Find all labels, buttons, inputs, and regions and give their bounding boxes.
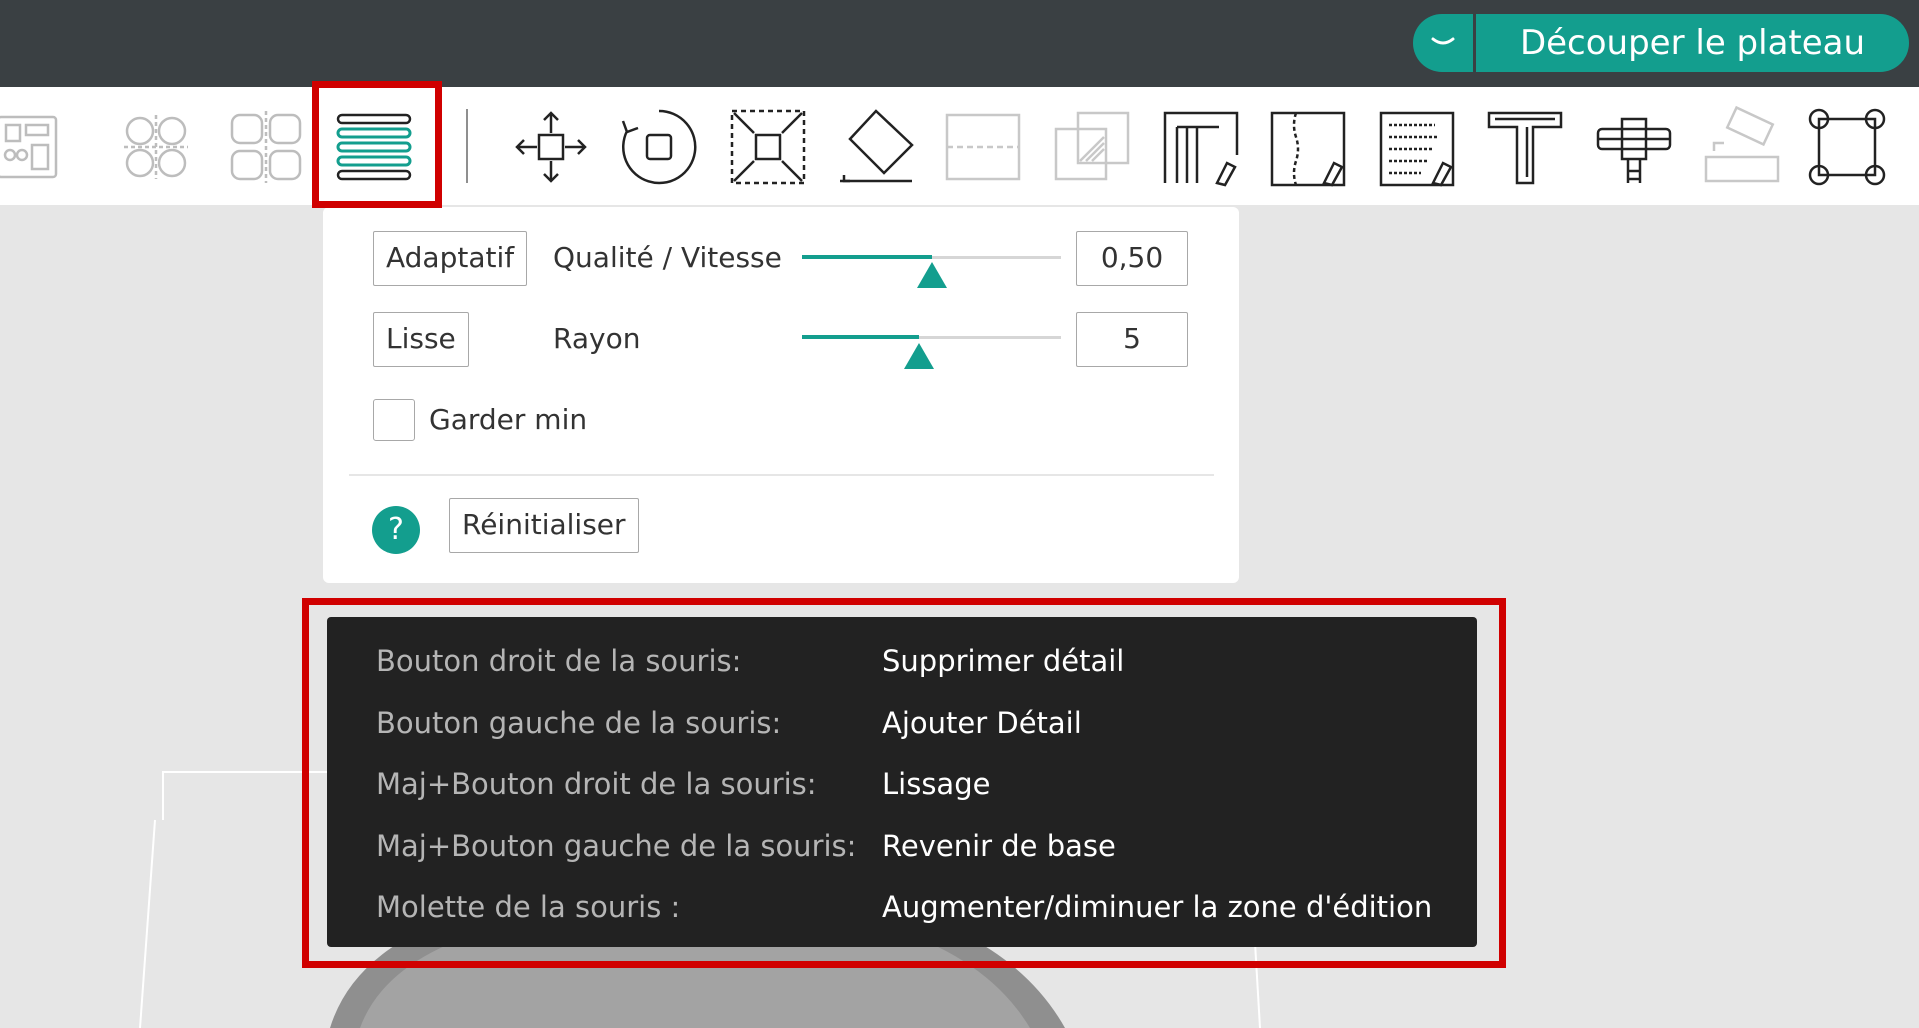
highlight-box-toolbar xyxy=(312,81,442,208)
smooth-button[interactable]: Lisse xyxy=(373,312,469,367)
quality-value-field[interactable]: 0,50 xyxy=(1076,231,1188,286)
keep-min-label: Garder min xyxy=(429,403,588,436)
radius-label: Rayon xyxy=(553,322,641,355)
seam-paint-icon[interactable] xyxy=(1266,105,1350,189)
radius-slider-thumb[interactable] xyxy=(904,343,934,369)
move-icon[interactable] xyxy=(509,105,593,189)
quality-slider-fill xyxy=(802,255,932,259)
top-bar: Découper le plateau xyxy=(0,0,1919,87)
assembly-icon[interactable] xyxy=(1700,105,1784,189)
measure-icon[interactable] xyxy=(1592,105,1676,189)
quality-speed-label: Qualité / Vitesse xyxy=(553,241,782,274)
support-paint-icon[interactable] xyxy=(1159,105,1243,189)
chevron-down-icon xyxy=(1431,37,1455,45)
panel-divider xyxy=(349,474,1214,476)
scale-icon[interactable] xyxy=(726,105,810,189)
radius-value-field[interactable]: 5 xyxy=(1076,312,1188,367)
radius-slider-fill xyxy=(802,335,919,339)
help-icon[interactable]: ? xyxy=(372,506,420,554)
slice-dropdown-button[interactable] xyxy=(1413,14,1473,72)
toolbar-separator xyxy=(466,109,468,183)
slice-plate-button[interactable]: Découper le plateau xyxy=(1476,14,1909,72)
keep-min-checkbox[interactable] xyxy=(373,399,415,441)
rotate-icon[interactable] xyxy=(617,105,701,189)
reset-button[interactable]: Réinitialiser xyxy=(449,498,639,553)
split-icon[interactable] xyxy=(224,105,308,189)
arrange-icon[interactable] xyxy=(0,105,70,189)
place-on-face-icon[interactable] xyxy=(834,105,918,189)
slice-button-group: Découper le plateau xyxy=(1413,14,1909,72)
orient-icon[interactable] xyxy=(114,105,198,189)
fit-view-icon[interactable] xyxy=(1805,105,1889,189)
toolbar xyxy=(0,87,1919,205)
adaptive-button[interactable]: Adaptatif xyxy=(373,231,528,286)
fuzzy-skin-icon[interactable] xyxy=(1375,105,1459,189)
cut-icon[interactable] xyxy=(941,105,1025,189)
highlight-box-tooltip xyxy=(302,598,1506,968)
text-icon[interactable] xyxy=(1483,105,1567,189)
boolean-icon[interactable] xyxy=(1050,105,1134,189)
quality-slider-thumb[interactable] xyxy=(917,262,947,288)
